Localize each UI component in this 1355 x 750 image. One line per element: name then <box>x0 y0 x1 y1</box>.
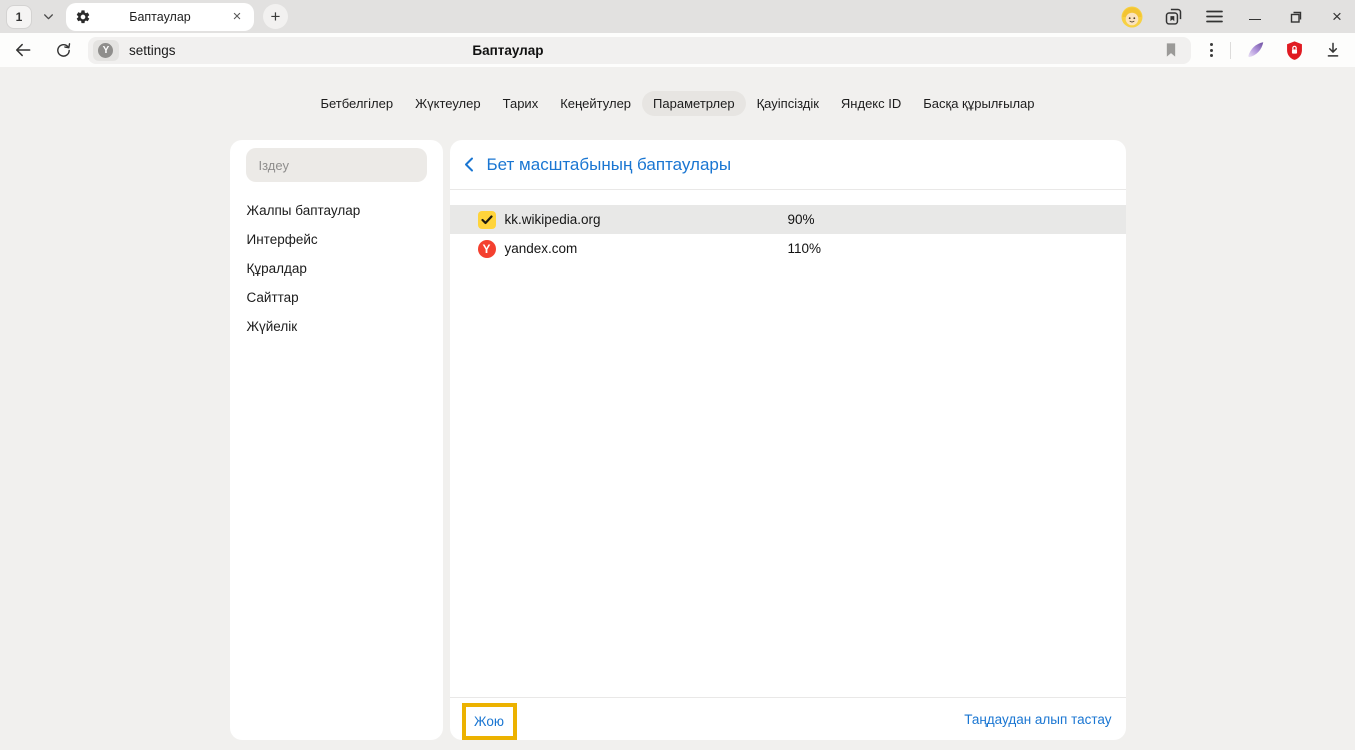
sidebar-item-interface[interactable]: Интерфейс <box>246 225 427 254</box>
yandex-favicon-icon: Y <box>478 240 496 258</box>
sidebar-item-system[interactable]: Жүйелік <box>246 312 427 341</box>
nav-tab-settings[interactable]: Параметрлер <box>642 91 746 116</box>
url-text: settings <box>129 43 176 58</box>
browser-toolbar: Y settings Баптаулар <box>0 33 1355 67</box>
avatar[interactable] <box>1120 5 1144 29</box>
table-row[interactable]: kk.wikipedia.org 90% <box>450 205 1126 234</box>
site-name: yandex.com <box>505 241 578 256</box>
yandex-y-icon: Y <box>98 43 113 58</box>
sidebar-item-tools[interactable]: Құралдар <box>246 254 427 283</box>
reload-icon[interactable] <box>53 39 75 61</box>
page-title: Бет масштабының баптаулары <box>487 155 732 175</box>
active-tab[interactable]: Баптаулар × <box>66 3 254 31</box>
sidebar-item-general[interactable]: Жалпы баптаулар <box>246 196 427 225</box>
tab-title: Баптаулар <box>91 10 229 24</box>
settings-page: Бетбелгілер Жүктеулер Тарих Кеңейтулер П… <box>0 67 1355 750</box>
nav-tab-bookmarks[interactable]: Бетбелгілер <box>309 91 404 116</box>
site-name: kk.wikipedia.org <box>505 212 601 227</box>
nav-tab-yandex-id[interactable]: Яндекс ID <box>830 91 912 116</box>
bookmark-flag-icon[interactable] <box>1161 40 1181 65</box>
settings-nav-tabs: Бетбелгілер Жүктеулер Тарих Кеңейтулер П… <box>0 67 1355 116</box>
tabs-dropdown-chevron-icon[interactable] <box>37 6 59 28</box>
restore-icon[interactable] <box>1284 5 1308 29</box>
address-bar[interactable]: Y settings Баптаулар <box>88 37 1191 64</box>
minimize-icon[interactable] <box>1243 5 1267 29</box>
back-chevron-icon[interactable] <box>464 157 478 173</box>
toolbar-divider <box>1230 42 1231 59</box>
tab-close-icon[interactable]: × <box>229 9 245 24</box>
delete-button[interactable]: Жою <box>474 714 504 729</box>
checkbox-checked-icon[interactable] <box>478 211 496 229</box>
kebab-dots-icon[interactable] <box>1204 43 1218 57</box>
content-header: Бет масштабының баптаулары <box>450 140 1126 190</box>
zoom-value: 90% <box>788 212 815 227</box>
nav-tab-security[interactable]: Қауіпсіздік <box>746 91 830 116</box>
page-zoom-settings-panel: Бет масштабының баптаулары kk.wikipedia.… <box>450 140 1126 740</box>
download-icon[interactable] <box>1322 39 1344 61</box>
settings-sidebar: Жалпы баптаулар Интерфейс Құралдар Сайтт… <box>230 140 443 740</box>
nav-tab-extensions[interactable]: Кеңейтулер <box>549 91 642 116</box>
nav-tab-other-devices[interactable]: Басқа құрылғылар <box>912 91 1045 116</box>
nav-tab-downloads[interactable]: Жүктеулер <box>404 91 492 116</box>
table-row[interactable]: Y yandex.com 110% <box>450 234 1126 263</box>
tab-panels-icon[interactable] <box>1161 5 1185 29</box>
site-zoom-list: kk.wikipedia.org 90% Y yandex.com 110% <box>450 205 1126 263</box>
search-input[interactable] <box>246 148 427 182</box>
new-tab-button[interactable]: + <box>263 4 288 29</box>
close-icon[interactable]: × <box>1325 5 1349 29</box>
settings-gear-icon <box>75 9 91 25</box>
nav-tab-history[interactable]: Тарих <box>492 91 550 116</box>
address-bar-page-title: Баптаулар <box>472 43 543 58</box>
tab-strip: 1 Баптаулар × + <box>0 0 1355 33</box>
content-footer: Жою Таңдаудан алып тастау <box>450 697 1126 740</box>
action-highlight-box: Жою <box>462 703 517 740</box>
site-favicon-chip[interactable]: Y <box>93 40 119 61</box>
back-arrow-icon[interactable] <box>12 39 34 61</box>
zoom-value: 110% <box>788 241 822 256</box>
feather-icon[interactable] <box>1244 39 1266 61</box>
deselect-link[interactable]: Таңдаудан алып тастау <box>964 712 1111 727</box>
sidebar-item-sites[interactable]: Сайттар <box>246 283 427 312</box>
tab-counter-button[interactable]: 1 <box>6 5 32 29</box>
protect-shield-icon[interactable] <box>1283 39 1305 61</box>
hamburger-menu-icon[interactable] <box>1202 5 1226 29</box>
